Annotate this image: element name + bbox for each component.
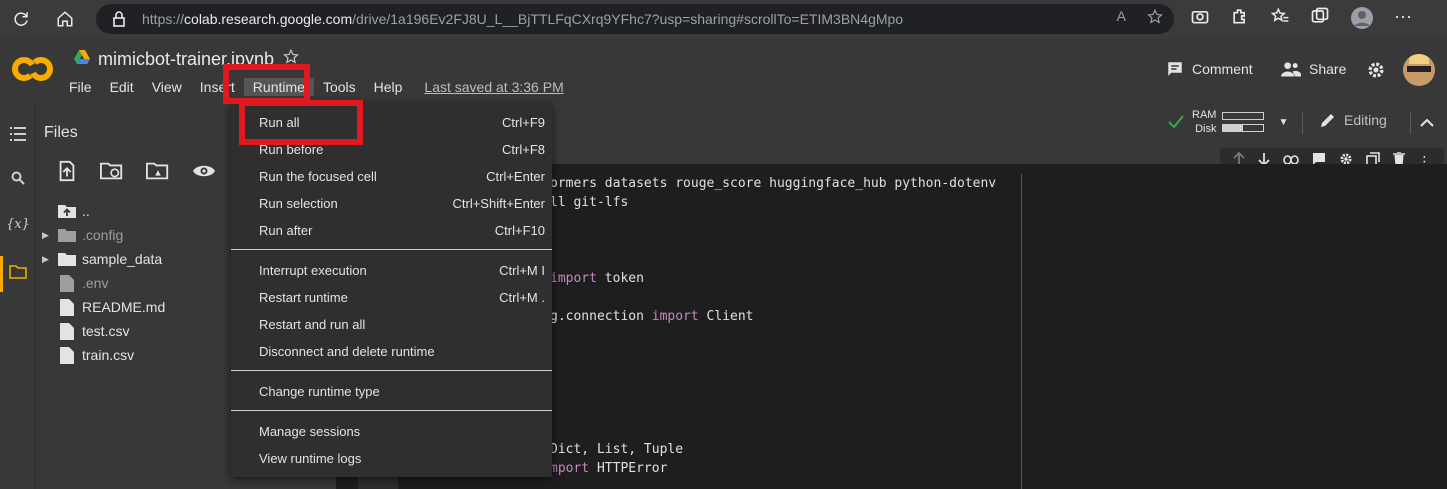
- resources-indicator[interactable]: RAM Disk ▼: [1168, 108, 1288, 136]
- menu-item-restart-and-run-all[interactable]: Restart and run all: [231, 311, 552, 337]
- refresh-folder-icon[interactable]: [100, 160, 124, 187]
- menu-divider: [231, 410, 552, 411]
- folder-icon: [58, 226, 76, 244]
- code-line: Dict, List, Tuple: [550, 442, 684, 457]
- profile-icon[interactable]: [1350, 6, 1374, 35]
- search-icon[interactable]: [8, 168, 28, 188]
- menu-item-manage-sessions[interactable]: Manage sessions: [231, 418, 552, 444]
- menu-item-run-focused-cell[interactable]: Run the focused cell Ctrl+Enter: [231, 163, 552, 189]
- favorites-icon[interactable]: [1270, 6, 1290, 35]
- file-row-sample-data[interactable]: ▶ sample_data: [36, 247, 162, 271]
- file-row-readme[interactable]: README.md: [36, 295, 165, 319]
- code-line: import token: [550, 271, 644, 286]
- folder-icon[interactable]: [8, 262, 28, 282]
- runtime-menu-highlight: [223, 64, 310, 104]
- collapse-header-icon[interactable]: [1420, 114, 1434, 132]
- menu-bar: File Edit View Insert Runtime Tools Help…: [60, 78, 573, 96]
- ruler-line: [1021, 174, 1022, 489]
- expand-arrow-icon[interactable]: ▶: [42, 230, 56, 241]
- file-icon: [58, 274, 76, 292]
- ram-label: RAM: [1192, 109, 1217, 121]
- folder-icon: [58, 250, 76, 268]
- menu-tools[interactable]: Tools: [314, 78, 365, 96]
- pencil-icon: [1321, 114, 1334, 127]
- home-icon[interactable]: [52, 6, 78, 32]
- avatar[interactable]: [1403, 54, 1435, 86]
- settings-gear-icon[interactable]: [1366, 60, 1386, 80]
- menu-item-disconnect-delete-runtime[interactable]: Disconnect and delete runtime: [231, 338, 552, 364]
- menu-item-run-after[interactable]: Run after Ctrl+F10: [231, 217, 552, 243]
- menu-edit[interactable]: Edit: [101, 78, 143, 96]
- lock-icon: [112, 11, 126, 32]
- file-row-parent[interactable]: ..: [36, 199, 90, 223]
- read-aloud-icon[interactable]: A: [1117, 8, 1126, 31]
- disk-bar: [1222, 124, 1265, 132]
- menu-item-restart-runtime[interactable]: Restart runtime Ctrl+M .: [231, 284, 552, 310]
- file-icon: [58, 346, 76, 364]
- last-saved-link[interactable]: Last saved at 3:36 PM: [415, 78, 572, 96]
- file-row-env[interactable]: .env: [36, 271, 108, 295]
- extensions-icon[interactable]: [1230, 6, 1250, 35]
- editing-mode-button[interactable]: Editing: [1320, 112, 1387, 128]
- file-row-train-csv[interactable]: train.csv: [36, 343, 134, 367]
- menu-item-run-selection[interactable]: Run selection Ctrl+Shift+Enter: [231, 190, 552, 216]
- comment-icon: [1168, 62, 1182, 76]
- menu-item-view-runtime-logs[interactable]: View runtime logs: [231, 445, 552, 471]
- camera-icon[interactable]: [1190, 6, 1210, 35]
- file-row-test-csv[interactable]: test.csv: [36, 319, 129, 343]
- side-rail: {x}: [0, 104, 36, 489]
- menu-file[interactable]: File: [60, 78, 101, 96]
- comment-button[interactable]: Comment: [1166, 60, 1253, 78]
- code-line: mport HTTPError: [550, 461, 668, 476]
- file-icon: [58, 298, 76, 316]
- runtime-menu: Run all Ctrl+F9 Run before Ctrl+F8 Run t…: [231, 103, 552, 477]
- more-options-icon[interactable]: ···: [1394, 6, 1412, 35]
- refresh-icon[interactable]: [8, 6, 34, 32]
- add-favorite-icon[interactable]: [1146, 8, 1164, 31]
- colab-header: mimicbot-trainer.ipynb File Edit View In…: [0, 38, 1447, 104]
- files-title: Files: [44, 124, 78, 141]
- address-bar[interactable]: https://colab.research.google.com/drive/…: [96, 4, 1174, 34]
- code-line: g.connection import Client: [550, 309, 754, 324]
- mount-drive-icon[interactable]: [146, 160, 170, 187]
- toc-icon[interactable]: [8, 124, 28, 144]
- variables-icon[interactable]: {x}: [6, 214, 30, 234]
- drive-icon: [74, 50, 90, 69]
- show-hidden-eye-icon[interactable]: [192, 160, 216, 187]
- url-text: https://colab.research.google.com/drive/…: [142, 11, 904, 27]
- menu-divider: [231, 249, 552, 250]
- upload-file-icon[interactable]: [56, 160, 78, 187]
- menu-item-interrupt-execution[interactable]: Interrupt execution Ctrl+M I: [231, 257, 552, 283]
- menu-divider: [231, 370, 552, 371]
- menu-view[interactable]: View: [143, 78, 191, 96]
- ram-bar: [1222, 112, 1265, 120]
- share-button[interactable]: Share: [1281, 60, 1346, 78]
- active-indicator: [0, 256, 3, 292]
- file-icon: [58, 322, 76, 340]
- upload-folder-icon: [58, 202, 76, 220]
- disk-label: Disk: [1195, 123, 1217, 135]
- menu-item-change-runtime-type[interactable]: Change runtime type: [231, 378, 552, 404]
- people-icon: [1281, 62, 1301, 77]
- code-line: ll git-lfs: [550, 195, 629, 210]
- expand-arrow-icon[interactable]: ▶: [42, 254, 56, 265]
- resources-dropdown-icon[interactable]: ▼: [1278, 117, 1288, 128]
- file-row-config[interactable]: ▶ .config: [36, 223, 123, 247]
- browser-toolbar: https://colab.research.google.com/drive/…: [0, 0, 1447, 38]
- menu-help[interactable]: Help: [365, 78, 412, 96]
- code-line: ormers datasets rouge_score huggingface_…: [550, 176, 997, 191]
- run-all-highlight: [239, 100, 363, 145]
- check-icon: [1168, 115, 1184, 129]
- colab-logo[interactable]: [11, 54, 54, 89]
- collections-icon[interactable]: [1310, 6, 1330, 35]
